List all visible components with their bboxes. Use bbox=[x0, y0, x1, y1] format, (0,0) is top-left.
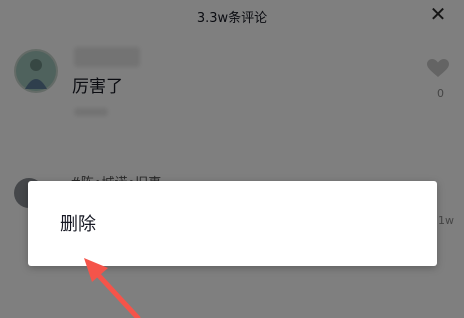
annotation-arrow-icon bbox=[84, 258, 141, 318]
delete-button[interactable]: 删除 bbox=[60, 210, 96, 236]
